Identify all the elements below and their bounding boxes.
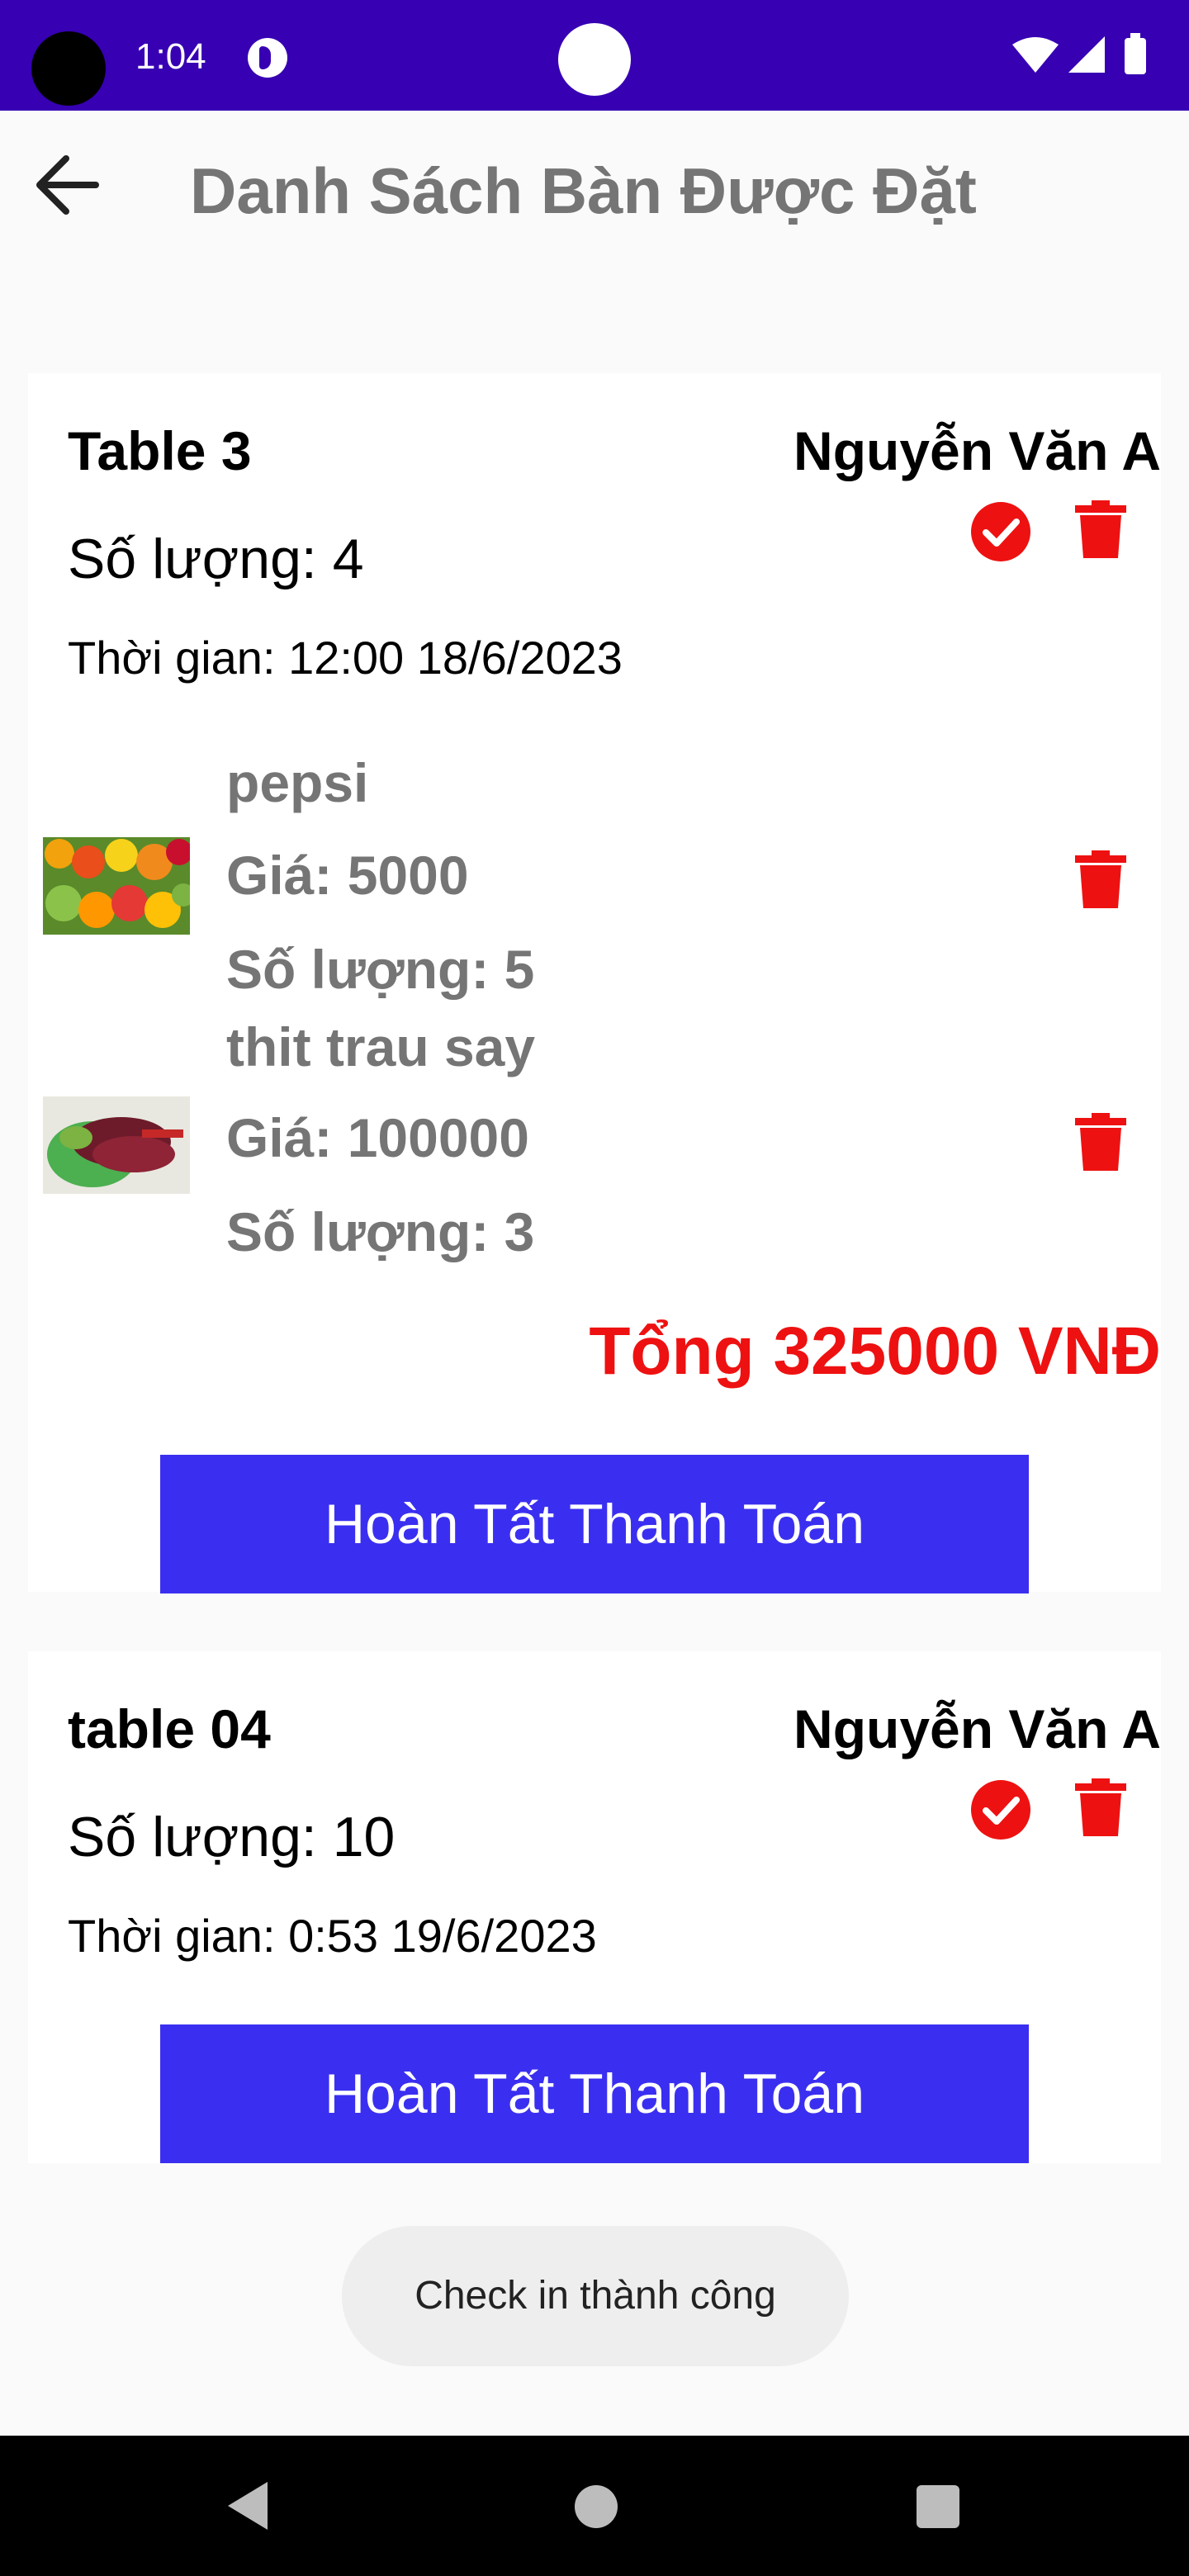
item-quantity: Số lượng: 3 bbox=[226, 1201, 535, 1262]
order-total: Tổng 325000 VNĐ bbox=[589, 1314, 1161, 1389]
navigation-bar bbox=[0, 2436, 1189, 2576]
reservation-card: Table 3 Nguyễn Văn A Số lượng: 4 Thời gi… bbox=[28, 373, 1161, 1593]
system-status-icons bbox=[1012, 33, 1146, 74]
nav-recents-icon[interactable] bbox=[917, 2485, 959, 2528]
table-name: table 04 bbox=[68, 1698, 271, 1759]
app-bar: Danh Sách Bàn Được Đặt bbox=[0, 111, 1189, 268]
toast-message: Check in thành công bbox=[342, 2226, 849, 2366]
customer-name: Nguyễn Văn A bbox=[793, 1698, 1161, 1759]
signal-icon bbox=[1068, 36, 1105, 73]
table-name: Table 3 bbox=[68, 420, 252, 481]
reservation-time: Thời gian: 12:00 18/6/2023 bbox=[68, 632, 623, 684]
item-image-meat bbox=[43, 1096, 190, 1194]
item-image-fruits bbox=[43, 837, 190, 935]
reservation-card: table 04 Nguyễn Văn A Số lượng: 10 Thời … bbox=[28, 1651, 1161, 2163]
notification-app-icon bbox=[248, 38, 287, 78]
status-time: 1:04 bbox=[135, 36, 206, 77]
reservation-time: Thời gian: 0:53 19/6/2023 bbox=[68, 1910, 597, 1962]
status-bar: 1:04 bbox=[0, 0, 1189, 111]
item-price: Giá: 100000 bbox=[226, 1107, 529, 1168]
item-price: Giá: 5000 bbox=[226, 845, 469, 906]
guest-quantity: Số lượng: 4 bbox=[68, 528, 364, 590]
complete-payment-button[interactable]: Hoàn Tất Thanh Toán bbox=[160, 1455, 1029, 1593]
complete-payment-button[interactable]: Hoàn Tất Thanh Toán bbox=[160, 2024, 1029, 2163]
page-title: Danh Sách Bàn Được Đặt bbox=[190, 154, 977, 227]
check-circle-icon[interactable] bbox=[969, 500, 1032, 563]
status-center-dot bbox=[558, 23, 631, 96]
customer-name: Nguyễn Văn A bbox=[793, 420, 1161, 481]
trash-icon[interactable] bbox=[1075, 1113, 1126, 1171]
check-circle-icon[interactable] bbox=[969, 1778, 1032, 1841]
guest-quantity: Số lượng: 10 bbox=[68, 1806, 396, 1868]
item-name: pepsi bbox=[226, 752, 369, 813]
back-arrow-icon[interactable] bbox=[30, 147, 106, 223]
trash-icon[interactable] bbox=[1075, 1778, 1126, 1836]
battery-icon bbox=[1125, 38, 1146, 74]
nav-back-icon[interactable] bbox=[223, 2479, 272, 2533]
trash-icon[interactable] bbox=[1075, 500, 1126, 558]
item-name: thit trau say bbox=[226, 1016, 536, 1077]
wifi-icon bbox=[1012, 37, 1059, 73]
item-quantity: Số lượng: 5 bbox=[226, 939, 535, 1000]
nav-home-icon[interactable] bbox=[575, 2485, 618, 2528]
trash-icon[interactable] bbox=[1075, 850, 1126, 908]
camera-cutout bbox=[31, 31, 106, 106]
